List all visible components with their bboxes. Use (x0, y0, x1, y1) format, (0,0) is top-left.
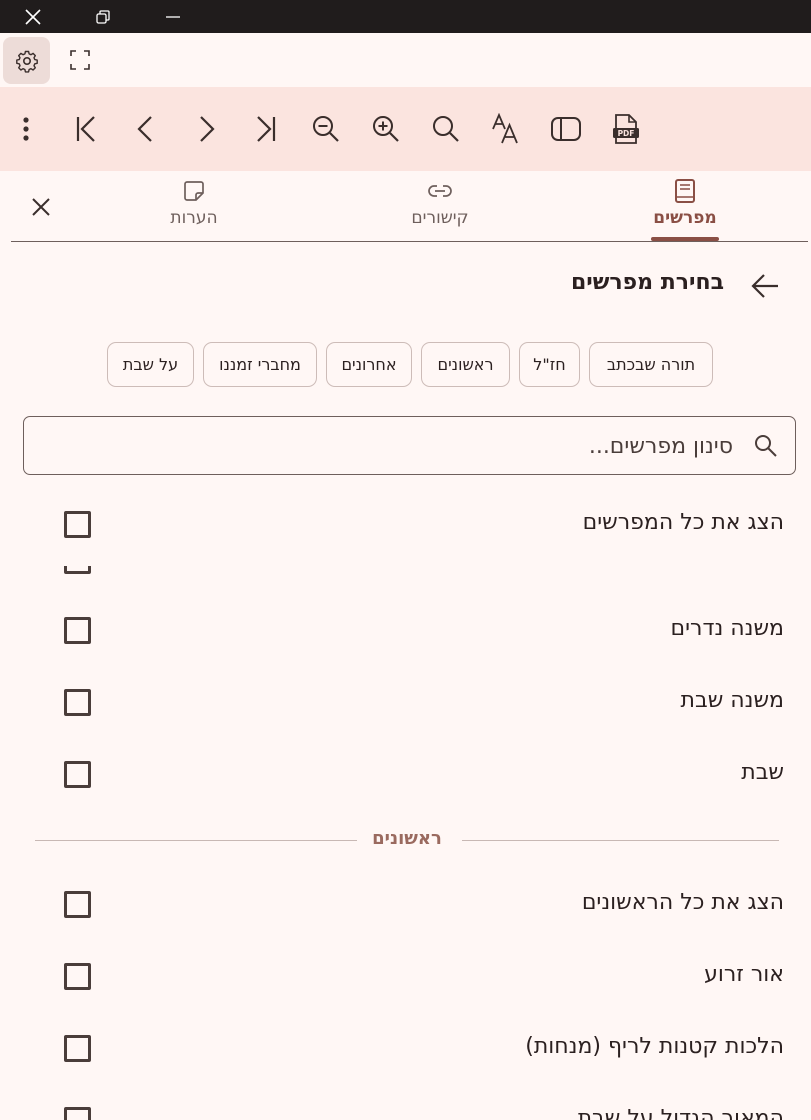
fullscreen-icon (70, 50, 90, 70)
section-title: ראשונים (372, 828, 442, 849)
zoom-in-button[interactable] (365, 108, 407, 150)
tab-label: הערות (170, 208, 218, 228)
chip-rishonim[interactable]: ראשונים (421, 342, 510, 387)
tabs-divider (11, 241, 808, 242)
tab-links[interactable]: קישורים (395, 176, 485, 240)
more-vert-icon (23, 117, 29, 141)
tab-notes[interactable]: הערות (158, 176, 230, 240)
tab-commentators[interactable]: מפרשים (645, 176, 725, 240)
checkbox[interactable] (64, 511, 91, 538)
text-size-icon (492, 113, 518, 144)
sidebar-toggle-icon (551, 117, 581, 141)
item-label: הלכות קטנות לריף (מנחות) (525, 1034, 784, 1059)
page-title: בחירת מפרשים (570, 270, 724, 295)
item-label: המאור הגדול על שבת (577, 1106, 784, 1120)
divider (462, 840, 779, 841)
next-button[interactable] (185, 108, 227, 150)
back-button[interactable] (742, 263, 788, 309)
last-page-button[interactable] (245, 108, 287, 150)
item-label: הצג את כל המפרשים (582, 510, 784, 535)
checkbox[interactable] (64, 963, 91, 990)
close-icon (32, 198, 50, 216)
fullscreen-button[interactable] (58, 38, 102, 82)
settings-button[interactable] (3, 37, 50, 84)
divider (35, 840, 357, 841)
last-page-icon (257, 116, 276, 142)
zoom-out-button[interactable] (305, 108, 347, 150)
filter-search-box (23, 416, 796, 475)
item-label: שבת (741, 760, 784, 785)
item-label: אור זרוע (704, 962, 784, 987)
item-label: הצג את כל הראשונים (581, 890, 784, 915)
checkbox[interactable] (64, 689, 91, 716)
chip-torah[interactable]: תורה שבכתב (589, 342, 713, 387)
first-page-icon (76, 116, 95, 142)
text-size-button[interactable] (485, 108, 527, 150)
note-icon (184, 181, 204, 201)
chip-acharonim[interactable]: אחרונים (326, 342, 412, 387)
section-header-rishonim: ראשונים (35, 828, 779, 854)
gear-icon (15, 50, 38, 73)
list-item[interactable]: שבת (0, 747, 811, 807)
link-icon (428, 185, 452, 197)
item-label: משנה נדרים (670, 616, 784, 641)
svg-text:PDF: PDF (618, 129, 635, 138)
chip-contemporary[interactable]: מחברי זמננו (203, 342, 317, 387)
more-options-button[interactable] (5, 108, 47, 150)
pdf-icon: PDF (613, 114, 639, 144)
window-titlebar (0, 0, 811, 33)
tab-label: מפרשים (653, 208, 717, 228)
pdf-button[interactable]: PDF (605, 108, 647, 150)
top-action-bar (0, 33, 811, 87)
item-label: משנה שבת (680, 688, 784, 713)
window-restore-button[interactable] (80, 0, 126, 33)
filter-input[interactable] (93, 425, 733, 467)
search-icon (433, 116, 459, 142)
show-all-commentators-row[interactable]: הצג את כל המפרשים (0, 496, 811, 566)
previous-button[interactable] (125, 108, 167, 150)
checkbox[interactable] (64, 1035, 91, 1062)
search-button[interactable] (425, 108, 467, 150)
window-close-button[interactable] (10, 0, 56, 33)
checkbox[interactable] (64, 617, 91, 644)
tab-label: קישורים (411, 208, 469, 228)
list-item[interactable]: הלכות קטנות לריף (מנחות) (0, 1021, 811, 1081)
checkbox[interactable] (64, 1107, 91, 1120)
checkbox[interactable] (64, 891, 91, 918)
list-item[interactable]: הצג את כל הראשונים (0, 877, 811, 937)
minimize-icon (166, 15, 180, 18)
zoom-out-icon (313, 116, 339, 142)
list-item[interactable]: משנה נדרים (0, 603, 811, 663)
previous-icon (137, 116, 152, 142)
next-icon (200, 116, 215, 142)
search-icon (755, 435, 777, 457)
checkbox[interactable] (64, 761, 91, 788)
chip-chazal[interactable]: חז"ל (519, 342, 580, 387)
restore-icon (96, 9, 110, 24)
list-item[interactable]: משנה שבת (0, 675, 811, 735)
window-minimize-button[interactable] (150, 0, 196, 33)
arrow-back-icon (751, 274, 778, 298)
list-item[interactable]: המאור הגדול על שבת (0, 1093, 811, 1120)
first-page-button[interactable] (65, 108, 107, 150)
zoom-in-icon (373, 116, 399, 142)
close-icon (25, 8, 41, 25)
close-panel-button[interactable] (20, 186, 62, 228)
commentator-list: הצג את כל חז"ל הצג את כל המפרשים משנה נד… (0, 476, 811, 1120)
chip-on-shabbat[interactable]: על שבת (107, 342, 194, 387)
sidebar-toggle-button[interactable] (545, 108, 587, 150)
list-item[interactable]: אור זרוע (0, 949, 811, 1009)
book-icon (675, 179, 695, 203)
